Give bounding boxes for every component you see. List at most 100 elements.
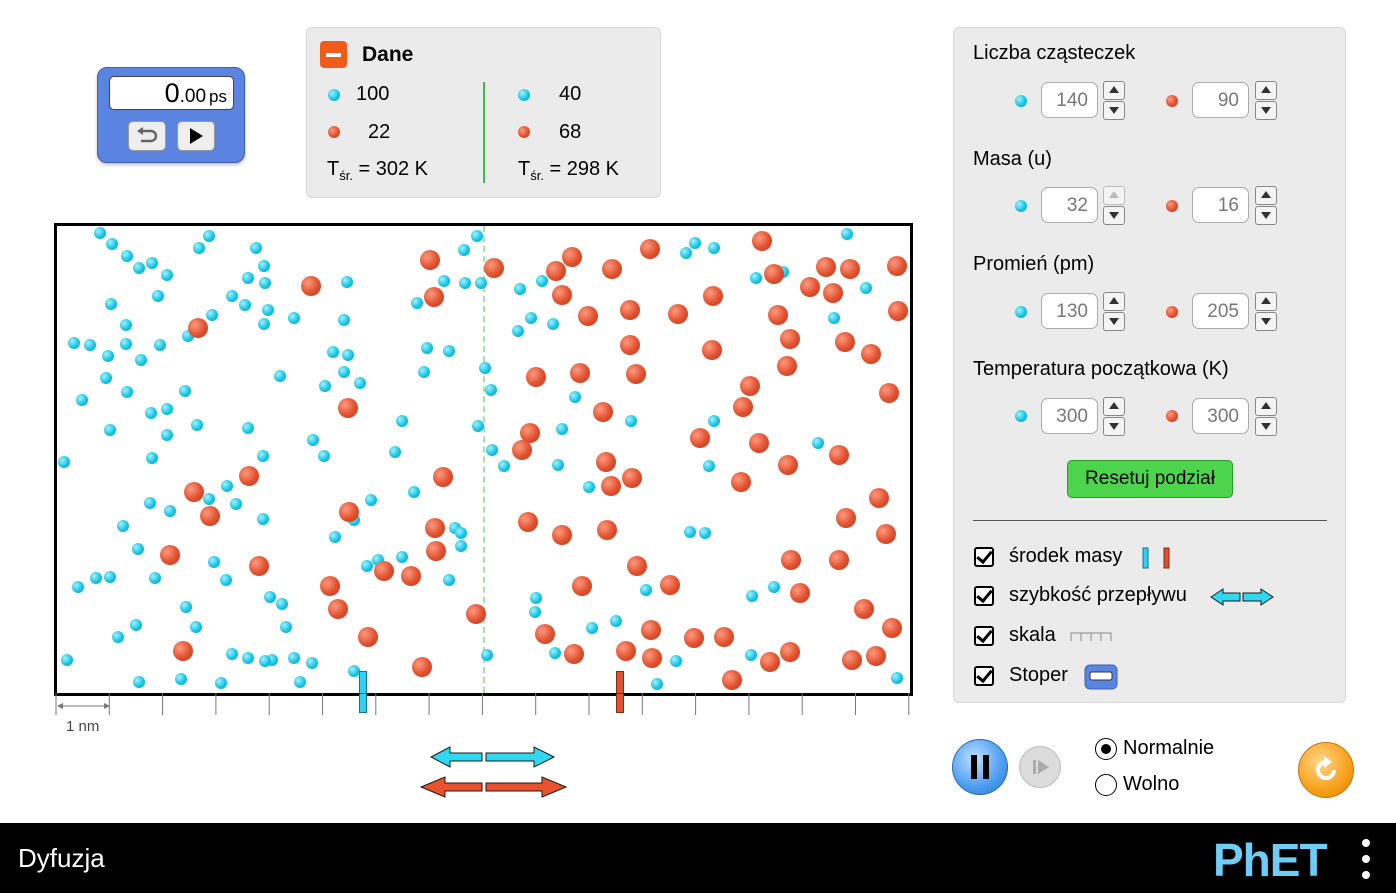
cyan-particle — [455, 540, 467, 552]
checkbox-icon[interactable] — [974, 626, 994, 646]
stopwatch-reset-button[interactable] — [128, 121, 166, 151]
pause-button[interactable] — [952, 739, 1008, 795]
red-particle — [570, 363, 590, 383]
flow-rate-icon — [1210, 588, 1274, 606]
cyan-particle — [179, 385, 191, 397]
red-particle — [593, 402, 613, 422]
increment-button[interactable] — [1103, 186, 1125, 205]
red-particle — [702, 340, 722, 360]
red-radius-field[interactable]: 205 — [1192, 293, 1249, 329]
cyan-particle — [689, 237, 701, 249]
cyan-particle — [703, 460, 715, 472]
stopwatch-decimals: .00 — [179, 86, 207, 107]
red-particle-icon — [1166, 306, 1178, 318]
cyan-particle — [280, 621, 292, 633]
red-count-stepper[interactable] — [1255, 81, 1277, 120]
cyan-particle — [112, 631, 124, 643]
red-particle — [239, 466, 259, 486]
cyan-particle — [389, 446, 401, 458]
divider-line[interactable] — [483, 226, 485, 693]
cyan-particle — [338, 366, 350, 378]
red-particle — [627, 556, 647, 576]
cyan-particle — [610, 615, 622, 627]
red-particle — [401, 566, 421, 586]
red-particle — [301, 276, 321, 296]
separator — [973, 520, 1327, 521]
cyan-particle — [750, 272, 762, 284]
checkbox-icon[interactable] — [974, 666, 994, 686]
speed-slow-label[interactable]: Wolno — [1123, 773, 1179, 796]
cyan-mass-field[interactable]: 32 — [1041, 187, 1098, 223]
cyan-mass-stepper[interactable] — [1103, 186, 1125, 225]
increment-button[interactable] — [1103, 81, 1125, 100]
cyan-particle-icon — [328, 89, 340, 101]
cyan-particle — [221, 480, 233, 492]
stopwatch-widget[interactable]: 0.00 ps — [97, 67, 245, 163]
speed-normal-label[interactable]: Normalnie — [1123, 737, 1214, 760]
red-particle — [626, 364, 646, 384]
red-temperature-stepper[interactable] — [1255, 397, 1277, 436]
decrement-button[interactable] — [1103, 101, 1125, 120]
cyan-temperature-stepper[interactable] — [1103, 397, 1125, 436]
checkbox-icon[interactable] — [974, 586, 994, 606]
decrement-button[interactable] — [1255, 417, 1277, 436]
cyan-particle — [443, 345, 455, 357]
decrement-button[interactable] — [1103, 312, 1125, 331]
reset-all-button[interactable] — [1298, 742, 1354, 798]
cyan-particle — [175, 673, 187, 685]
red-mass-stepper[interactable] — [1255, 186, 1277, 225]
red-particle — [764, 264, 784, 284]
step-forward-icon — [1033, 760, 1049, 774]
cyan-radius-stepper[interactable] — [1103, 292, 1125, 331]
red-particle — [660, 575, 680, 595]
decrement-button[interactable] — [1255, 101, 1277, 120]
red-particle — [869, 488, 889, 508]
cyan-particle-icon — [1015, 306, 1027, 318]
decrement-button[interactable] — [1255, 312, 1277, 331]
decrement-button[interactable] — [1103, 417, 1125, 436]
red-mass-field[interactable]: 16 — [1192, 187, 1249, 223]
red-count-field[interactable]: 90 — [1192, 82, 1249, 118]
red-radius-stepper[interactable] — [1255, 292, 1277, 331]
cyan-particle — [396, 551, 408, 563]
cyan-particle — [745, 649, 757, 661]
cyan-particle — [475, 277, 487, 289]
red-particle — [781, 550, 801, 570]
scale-label: skala — [1009, 624, 1056, 646]
red-particle — [703, 286, 723, 306]
cyan-temperature-field[interactable]: 300 — [1041, 398, 1098, 434]
red-particle — [200, 506, 220, 526]
reset-partition-button[interactable]: Resetuj podział — [1067, 460, 1233, 498]
collapse-button[interactable] — [320, 41, 347, 68]
cyan-particle — [146, 257, 158, 269]
increment-button[interactable] — [1103, 292, 1125, 311]
cyan-count-field[interactable]: 140 — [1041, 82, 1098, 118]
increment-button[interactable] — [1255, 397, 1277, 416]
stopwatch-display: 0.00 ps — [109, 76, 234, 110]
stopwatch-play-button[interactable] — [177, 121, 215, 151]
flow-rate-arrows-red — [420, 776, 568, 798]
increment-button[interactable] — [1255, 186, 1277, 205]
red-particle — [714, 627, 734, 647]
decrement-button[interactable] — [1255, 206, 1277, 225]
red-particle — [887, 256, 907, 276]
left-cyan-count: 100 — [356, 83, 390, 105]
phet-logo[interactable]: PhET — [1213, 833, 1328, 887]
decrement-button[interactable] — [1103, 206, 1125, 225]
cyan-particle — [891, 672, 903, 684]
speed-slow-radio[interactable] — [1095, 774, 1117, 796]
red-particle — [433, 467, 453, 487]
increment-button[interactable] — [1255, 292, 1277, 311]
cyan-radius-field[interactable]: 130 — [1041, 293, 1098, 329]
cyan-particle — [530, 592, 542, 604]
red-temperature-field[interactable]: 300 — [1192, 398, 1249, 434]
step-forward-button[interactable] — [1019, 746, 1061, 788]
red-particle — [641, 620, 661, 640]
checkbox-icon[interactable] — [974, 547, 994, 567]
cyan-count-stepper[interactable] — [1103, 81, 1125, 120]
speed-normal-radio[interactable] — [1095, 738, 1117, 760]
increment-button[interactable] — [1255, 81, 1277, 100]
increment-button[interactable] — [1103, 397, 1125, 416]
red-particle — [526, 367, 546, 387]
menu-icon[interactable] — [1362, 839, 1370, 879]
